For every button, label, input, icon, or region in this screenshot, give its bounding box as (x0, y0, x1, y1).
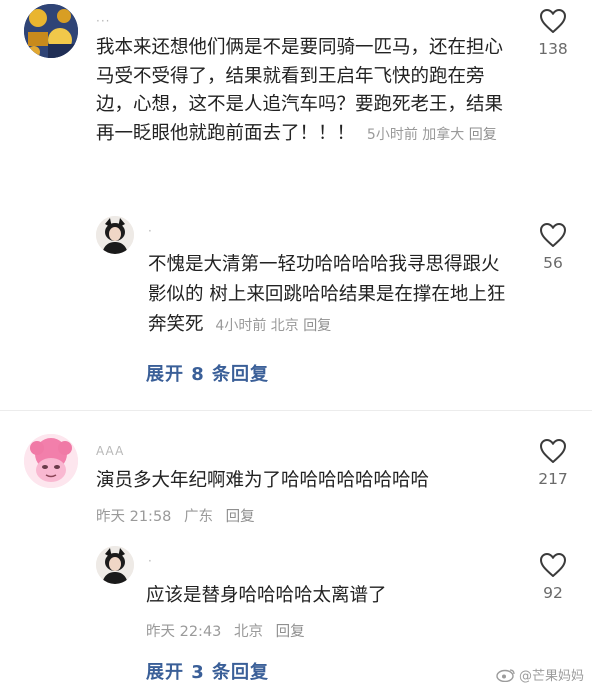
reply-body: 应该是替身哈哈哈哈太离谱了 (146, 585, 387, 606)
comment-time: 5小时前 (366, 126, 418, 143)
reply-text: 不愧是大清第一轻功哈哈哈哈我寻思得跟火影似的 树上来回跳哈哈结果是在撑在地上狂奔… (148, 250, 516, 341)
like-button[interactable]: 138 (528, 8, 578, 58)
avatar-image-icon (96, 546, 134, 584)
comment-text: 我本来还想他们俩是不是要同骑一匹马，还在担心马受不受得了，结果就看到王启年飞快的… (96, 34, 516, 149)
like-button[interactable]: 217 (528, 438, 578, 488)
reply-location: 北京 (270, 318, 299, 334)
like-count: 56 (543, 254, 563, 272)
comment-meta: 昨天 21:58 广东 回复 (96, 505, 263, 526)
avatar-image-icon (96, 216, 134, 254)
reply-button[interactable]: 回复 (469, 127, 497, 143)
reply-button[interactable]: 回复 (226, 509, 255, 525)
expand-replies-button[interactable]: 展开 8 条回复 (146, 360, 269, 386)
heart-icon (540, 553, 566, 577)
expand-replies-button[interactable]: 展开 3 条回复 (146, 658, 269, 684)
comment-text: 演员多大年纪啊难为了哈哈哈哈哈哈哈哈 (96, 467, 516, 496)
reply-meta: 昨天 22:43 北京 回复 (146, 620, 313, 641)
divider (0, 410, 592, 411)
comment-body: 演员多大年纪啊难为了哈哈哈哈哈哈哈哈 (96, 470, 430, 491)
weibo-logo-icon (496, 669, 515, 683)
comment-location: 广东 (184, 509, 214, 525)
like-count: 217 (538, 470, 568, 488)
comment-time: 昨天 21:58 (96, 509, 172, 525)
avatar-comment-1[interactable] (24, 4, 78, 58)
like-count: 138 (538, 40, 568, 58)
reply-location: 北京 (234, 624, 264, 640)
reply-button[interactable]: 回复 (276, 624, 305, 640)
watermark: @芒果妈妈 (496, 665, 584, 684)
heart-icon (540, 439, 566, 463)
heart-icon (540, 9, 566, 33)
avatar-image-icon (24, 434, 78, 488)
like-count: 92 (543, 584, 563, 602)
reply-button[interactable]: 回复 (303, 318, 331, 334)
avatar-reply-2[interactable] (96, 546, 134, 584)
comment-location: 加拿大 (422, 126, 465, 143)
comment-meta: 5小时前 加拿大 回复 (367, 127, 497, 143)
reply-meta: 4小时前 北京 回复 (215, 318, 331, 334)
avatar-image-icon (24, 4, 78, 58)
avatar-reply-1[interactable] (96, 216, 134, 254)
reply-time: 昨天 22:43 (146, 624, 222, 640)
reply-time: 4小时前 (215, 318, 267, 334)
reply-text: 应该是替身哈哈哈哈太离谱了 (146, 582, 514, 611)
username[interactable]: AAA (96, 444, 124, 458)
heart-icon (540, 223, 566, 247)
like-button[interactable]: 56 (528, 222, 578, 272)
username[interactable]: · (148, 554, 153, 568)
like-button[interactable]: 92 (528, 552, 578, 602)
avatar-comment-2[interactable] (24, 434, 78, 488)
watermark-text: @芒果妈妈 (518, 669, 584, 684)
username[interactable]: ··· (96, 14, 110, 28)
username[interactable]: · (148, 224, 153, 238)
